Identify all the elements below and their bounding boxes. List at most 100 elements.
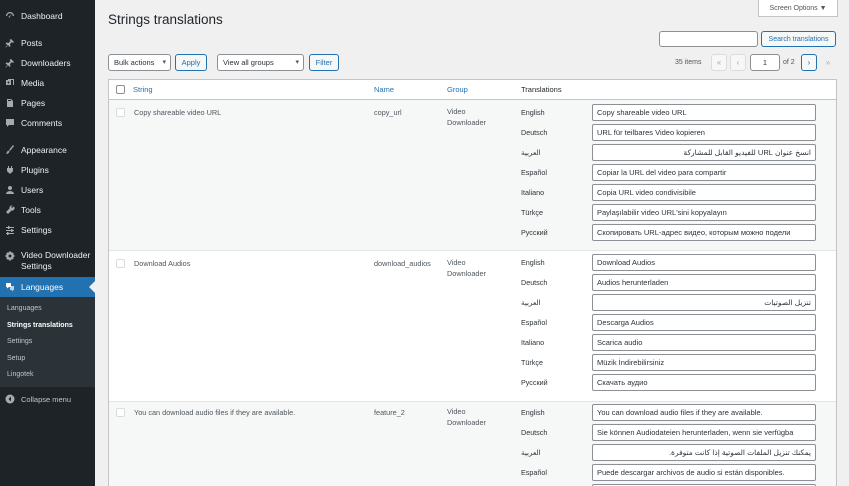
string-name: feature_2 <box>374 408 405 417</box>
menu-tools[interactable]: Tools <box>0 204 95 216</box>
lang-label: العربية <box>521 448 541 457</box>
menu-pages-label: Pages <box>21 98 46 108</box>
sliders-icon <box>5 225 15 235</box>
prev-page-button: ‹ <box>730 54 746 71</box>
lang-label: Español <box>521 468 547 477</box>
translation-field[interactable]: URL für teilbares Video kopieren <box>592 124 816 141</box>
menu-appearance[interactable]: Appearance <box>0 144 95 156</box>
column-name[interactable]: Name <box>374 85 394 94</box>
dashboard-icon <box>5 11 15 21</box>
table-row: You can download audio files if they are… <box>109 402 836 486</box>
submenu-settings[interactable]: Settings <box>7 338 32 345</box>
lang-label: English <box>521 408 545 417</box>
collapse-menu-button[interactable]: Collapse menu <box>0 393 95 405</box>
items-count: 35 items <box>675 59 702 66</box>
menu-media[interactable]: Media <box>0 77 95 89</box>
string-text: You can download audio files if they are… <box>134 408 296 417</box>
menu-dashboard-label: Dashboard <box>21 11 63 21</box>
lang-label: English <box>521 258 545 267</box>
menu-users[interactable]: Users <box>0 184 95 196</box>
menu-video-downloader-settings[interactable]: Video Downloader Settings <box>0 250 95 274</box>
lang-label: العربية <box>521 148 541 157</box>
menu-settings[interactable]: Settings <box>0 224 95 236</box>
menu-settings-label: Settings <box>21 225 52 235</box>
menu-media-label: Media <box>21 78 45 88</box>
column-group[interactable]: Group <box>447 85 468 94</box>
submenu-strings-translations[interactable]: Strings translations <box>7 322 73 329</box>
lang-label: Deutsch <box>521 278 548 287</box>
table-header: String Name Group Translations <box>109 80 836 100</box>
table-row: Copy shareable video URL copy_url Video … <box>109 100 836 250</box>
admin-sidebar: Dashboard Posts Downloaders Media Pages … <box>0 0 95 486</box>
collapse-icon <box>5 394 15 404</box>
media-icon <box>5 78 15 88</box>
lang-label: Türkçe <box>521 208 543 217</box>
menu-downloaders[interactable]: Downloaders <box>0 57 95 69</box>
current-page-input[interactable]: 1 <box>750 54 780 71</box>
translation-field[interactable]: You can download audio files if they are… <box>592 404 816 421</box>
menu-languages-label: Languages <box>21 282 64 292</box>
translation-field[interactable]: Copiar la URL del video para compartir <box>592 164 816 181</box>
pages-icon <box>5 98 15 108</box>
translation-field[interactable]: Sie können Audiodateien herunterladen, w… <box>592 424 816 441</box>
translation-field[interactable]: Audios herunterladen <box>592 274 816 291</box>
menu-pages[interactable]: Pages <box>0 97 95 109</box>
string-group: Video Downloader <box>447 258 486 278</box>
apply-button[interactable]: Apply <box>175 54 207 71</box>
search-translations-button[interactable]: Search translations <box>761 31 836 47</box>
submenu-lingotek[interactable]: Lingotek <box>7 371 33 378</box>
languages-submenu: Languages Strings translations Settings … <box>0 297 95 387</box>
menu-appearance-label: Appearance <box>21 145 67 155</box>
row-checkbox[interactable] <box>116 108 125 117</box>
next-page-button[interactable]: › <box>801 54 817 71</box>
select-all-checkbox[interactable] <box>116 85 125 94</box>
menu-languages[interactable]: Languages <box>0 277 95 297</box>
translation-field[interactable]: انسخ عنوان URL للفيديو القابل للمشاركة <box>592 144 816 161</box>
lang-label: Español <box>521 168 547 177</box>
translation-field[interactable]: Müzik İndirebilirsiniz <box>592 354 816 371</box>
row-checkbox[interactable] <box>116 259 125 268</box>
lang-label: Deutsch <box>521 128 548 137</box>
group-filter-select[interactable]: View all groups ▾ <box>217 54 304 71</box>
translation-field[interactable]: Paylaşılabilir video URL'sini kopyalayın <box>592 204 816 221</box>
menu-dashboard[interactable]: Dashboard <box>0 10 95 22</box>
bulk-actions-select[interactable]: Bulk actions ▾ <box>108 54 171 71</box>
row-checkbox[interactable] <box>116 408 125 417</box>
lang-label: Türkçe <box>521 358 543 367</box>
translation-field[interactable]: Скачать аудио <box>592 374 816 391</box>
translation-field[interactable]: Scarica audio <box>592 334 816 351</box>
column-string[interactable]: String <box>133 85 153 94</box>
translation-field[interactable]: تنزيل الصوتيات <box>592 294 816 311</box>
lang-label: العربية <box>521 298 541 307</box>
string-text: Download Audios <box>134 259 191 268</box>
menu-plugins[interactable]: Plugins <box>0 164 95 176</box>
menu-users-label: Users <box>21 185 44 195</box>
string-text: Copy shareable video URL <box>134 108 222 117</box>
translation-field[interactable]: Copy shareable video URL <box>592 104 816 121</box>
translation-field[interactable]: Descarga Audios <box>592 314 816 331</box>
gear-icon <box>5 251 15 261</box>
translation-field[interactable]: Download Audios <box>592 254 816 271</box>
group-filter-value: View all groups <box>223 58 274 67</box>
main-content: Strings translations Screen Options ▼ Se… <box>95 0 849 486</box>
pushpin-icon <box>5 58 15 68</box>
lang-label: Русский <box>521 228 548 237</box>
translation-field[interactable]: Copia URL video condivisibile <box>592 184 816 201</box>
last-page-button[interactable]: » <box>820 54 836 71</box>
translation-field[interactable]: يمكنك تنزيل الملفات الصوتية إذا كانت متو… <box>592 444 816 461</box>
menu-comments[interactable]: Comments <box>0 117 95 129</box>
screen-options-button[interactable]: Screen Options ▼ <box>758 0 838 17</box>
menu-posts[interactable]: Posts <box>0 37 95 49</box>
translation-field[interactable]: Скопировать URL-адрес видео, которым мож… <box>592 224 816 241</box>
submenu-languages[interactable]: Languages <box>7 305 42 312</box>
submenu-setup[interactable]: Setup <box>7 355 25 362</box>
lang-label: Italiano <box>521 338 545 347</box>
table-row: Download Audios download_audios Video Do… <box>109 251 836 401</box>
menu-plugins-label: Plugins <box>21 165 49 175</box>
search-input[interactable] <box>659 31 758 47</box>
translation-field[interactable]: Puede descargar archivos de audio si est… <box>592 464 816 481</box>
column-translations: Translations <box>521 85 562 94</box>
filter-button[interactable]: Filter <box>309 54 339 71</box>
menu-video-downloader-label: Video Downloader Settings <box>21 250 91 271</box>
chevron-down-icon: ▾ <box>295 59 299 66</box>
